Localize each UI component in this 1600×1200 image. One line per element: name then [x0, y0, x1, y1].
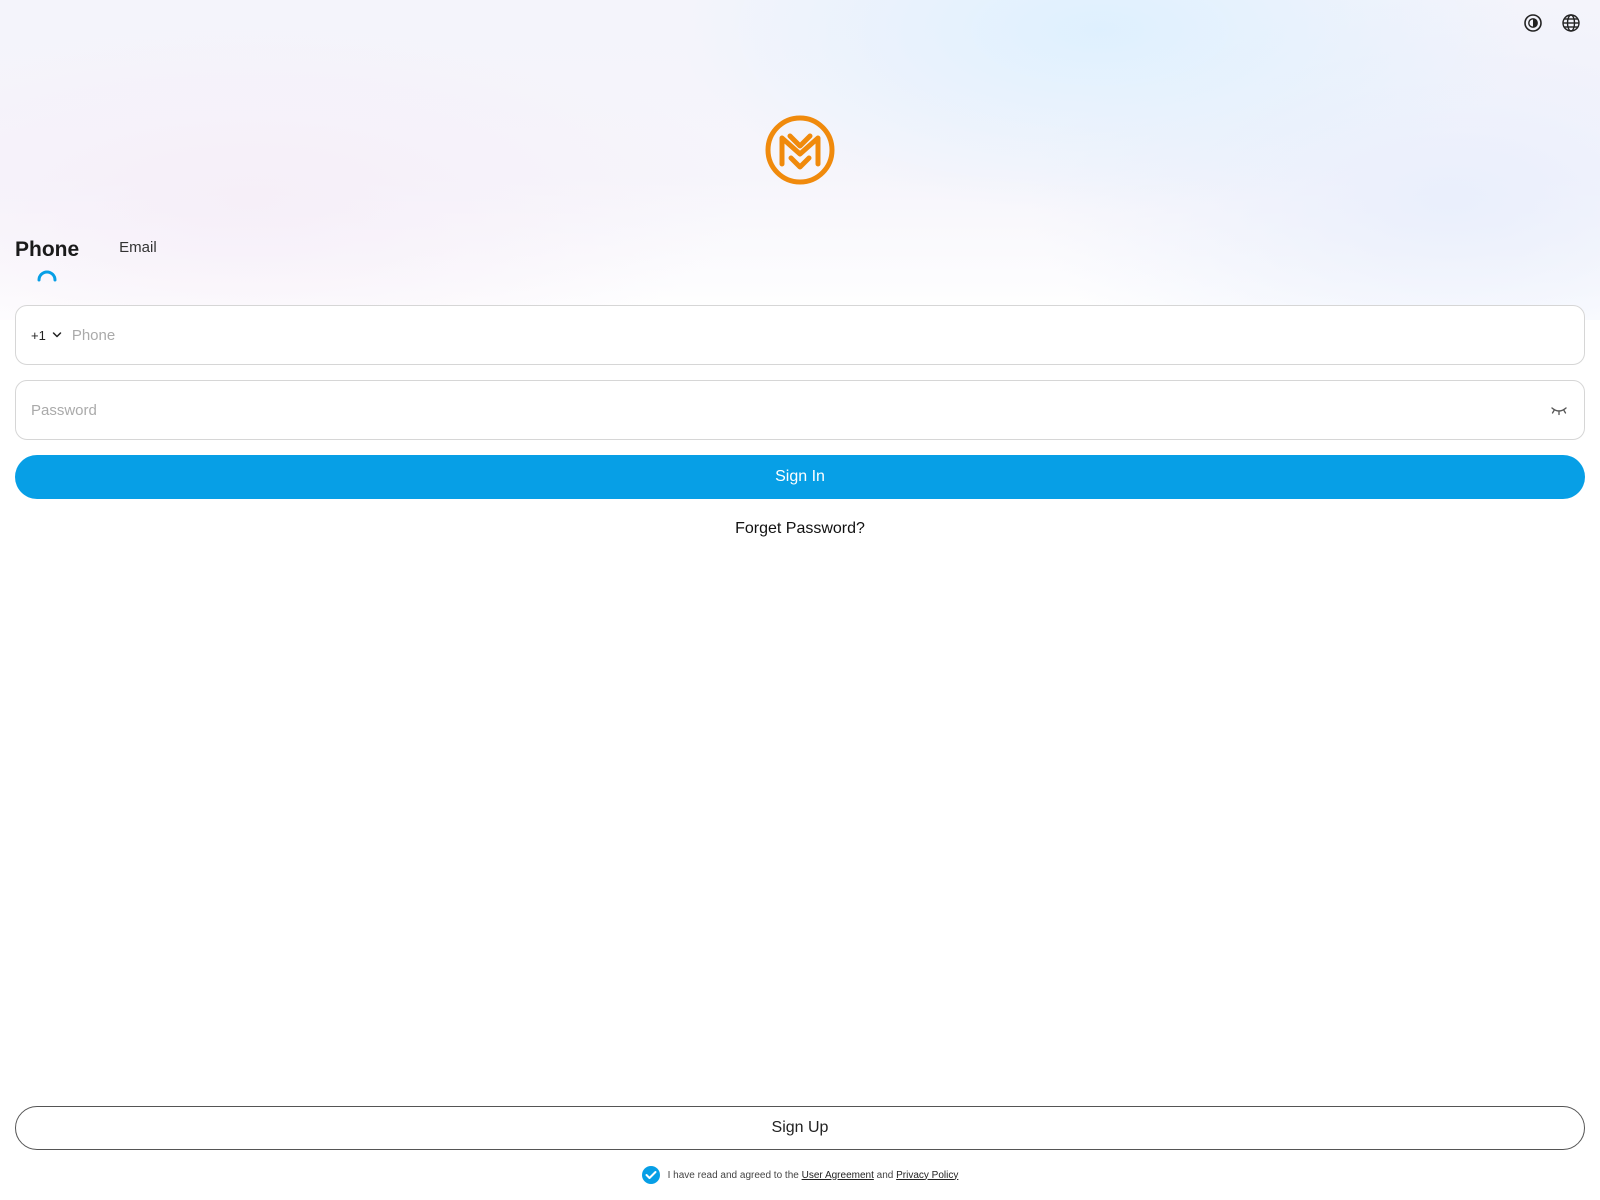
password-field	[15, 380, 1585, 440]
brand-logo	[764, 114, 836, 186]
agreement-conjunction: and	[876, 1169, 894, 1181]
tab-email[interactable]: Email	[119, 239, 157, 268]
password-input[interactable]	[31, 401, 1549, 419]
agreement-text: I have read and agreed to the User Agree…	[668, 1170, 959, 1181]
country-code-select[interactable]: +1	[31, 328, 62, 343]
login-page: Phone Email +1 Sign In Forget Password? …	[0, 0, 1600, 1200]
chevron-down-icon	[52, 332, 62, 338]
sign-in-button[interactable]: Sign In	[15, 455, 1585, 499]
tab-phone[interactable]: Phone	[15, 238, 80, 282]
agreement-prefix: I have read and agreed to the	[667, 1169, 799, 1181]
active-tab-indicator	[37, 270, 57, 282]
sign-up-button[interactable]: Sign Up	[15, 1106, 1585, 1150]
user-agreement-link[interactable]: User Agreement	[802, 1170, 874, 1181]
phone-input[interactable]	[71, 326, 1569, 344]
agreement-checkbox[interactable]	[641, 1166, 660, 1184]
phone-field: +1	[15, 305, 1585, 365]
top-toolbar	[1522, 12, 1582, 34]
login-method-tabs: Phone Email	[15, 238, 157, 282]
agreement-row: I have read and agreed to the User Agree…	[0, 1166, 1600, 1184]
tab-email-label: Email	[119, 239, 157, 256]
privacy-policy-link[interactable]: Privacy Policy	[896, 1170, 958, 1181]
eye-closed-icon[interactable]	[1549, 403, 1569, 417]
tab-phone-label: Phone	[15, 238, 80, 261]
country-code-value: +1	[31, 327, 46, 343]
contrast-icon[interactable]	[1522, 12, 1544, 34]
forget-password-link[interactable]: Forget Password?	[0, 520, 1600, 538]
globe-icon[interactable]	[1560, 12, 1582, 34]
checkmark-icon	[645, 1171, 657, 1179]
